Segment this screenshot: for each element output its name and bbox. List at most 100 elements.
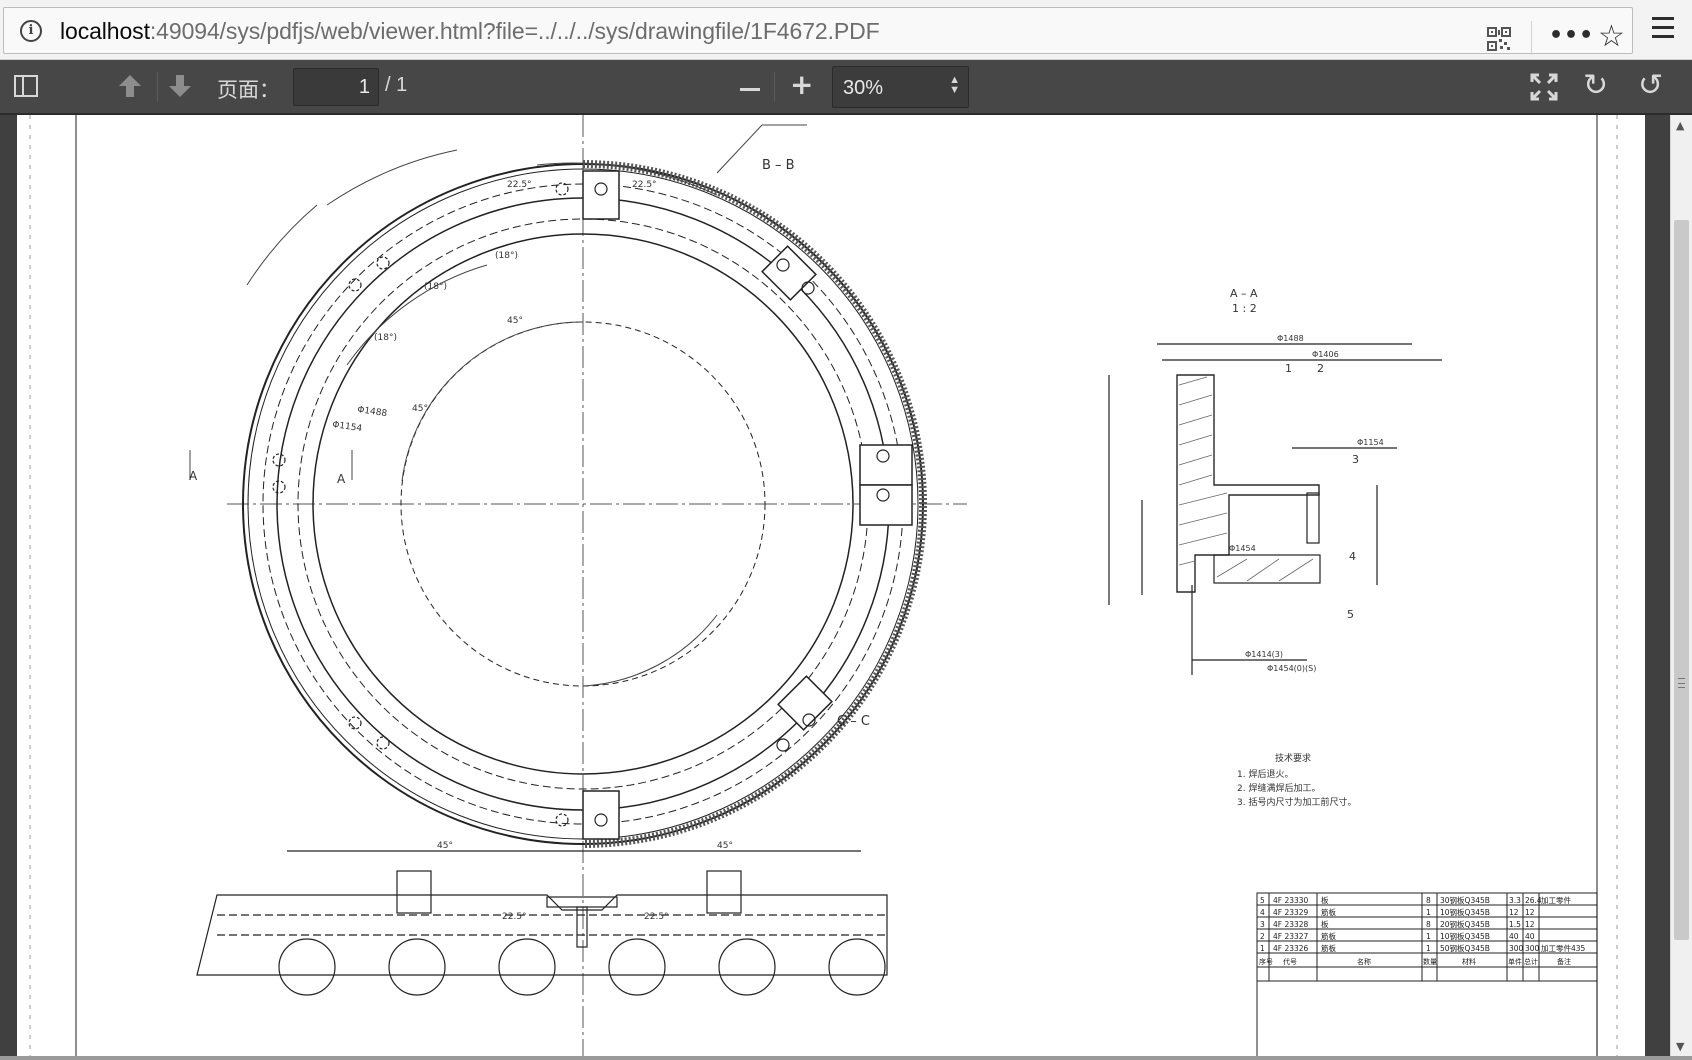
dim-section-d1406: Φ1406 (1312, 350, 1339, 359)
vertical-scrollbar[interactable]: ▲ ▼ (1670, 115, 1692, 1060)
zoom-out-icon[interactable] (740, 88, 760, 91)
dim-section-d1154: Φ1154 (1357, 438, 1384, 447)
cut-mark-right: A (337, 472, 346, 486)
scroll-up-icon[interactable]: ▲ (1676, 119, 1684, 132)
toolbar-divider (774, 72, 775, 102)
dim-angle-18b: (18°) (424, 282, 447, 292)
hamburger-menu-icon[interactable] (1652, 17, 1674, 41)
zoom-in-icon[interactable]: + (790, 71, 813, 99)
site-info-icon[interactable]: i (20, 20, 42, 42)
bom-cell: 1 (1260, 944, 1265, 953)
cut-mark-left: A (189, 469, 198, 483)
svg-text:1: 1 (1285, 362, 1292, 375)
url-text[interactable]: localhost:49094/sys/pdfjs/web/viewer.htm… (60, 18, 880, 45)
dim-angle-18c: (18°) (374, 333, 397, 343)
bom-cell: 1 (1426, 908, 1431, 917)
bom-cell: 300 (1509, 944, 1524, 953)
tech-notes-title: 技术要求 (1275, 752, 1311, 764)
browser-address-bar: i localhost:49094/sys/pdfjs/web/viewer.h… (0, 0, 1692, 60)
bookmark-star-icon[interactable]: ☆ (1598, 22, 1625, 52)
dim-bottom-45b: 45° (717, 841, 733, 851)
section-aa-label: A – A (1230, 287, 1258, 300)
bom-cell: 4F 23328 (1273, 920, 1309, 929)
svg-text:4: 4 (1349, 550, 1356, 563)
dim-angle-225b: 22.5° (632, 180, 657, 190)
bom-row: 2 4F 23327 筋板 1 10钢板Q345B 40 40 (1260, 931, 1535, 941)
bom-cell: 1.5 (1509, 920, 1521, 929)
bom-cell: 12 (1525, 908, 1535, 917)
bom-cell: 4F 23326 (1273, 944, 1309, 953)
page-number-input[interactable]: 1 (293, 68, 379, 106)
bom-cell: 10钢板Q345B (1440, 931, 1490, 941)
qr-code-icon[interactable] (1487, 27, 1511, 51)
bom-cell: 20钢板Q345B (1440, 919, 1490, 929)
dim-section-d1488: Φ1488 (1277, 334, 1304, 343)
presentation-mode-icon[interactable] (1530, 73, 1558, 101)
page-actions-more-icon[interactable]: ••• (1549, 23, 1594, 48)
bom-header-cell: 材料 (1462, 957, 1476, 966)
svg-text:5: 5 (1347, 608, 1354, 621)
bom-cell: 筋板 (1321, 943, 1337, 953)
bom-cell: 300 (1525, 944, 1540, 953)
bom-cell: 3.3 (1509, 896, 1521, 905)
pdf-viewer-container[interactable]: B – B A A C – C Φ1488 Φ1154 45° 45° (18°… (0, 115, 1692, 1060)
url-field[interactable]: i localhost:49094/sys/pdfjs/web/viewer.h… (3, 7, 1633, 55)
bom-cell: 40 (1525, 932, 1535, 941)
rotate-clockwise-icon[interactable]: ↻ (1583, 70, 1608, 102)
zoom-value: 30% (843, 77, 884, 99)
bom-header-row: 序号 代号 名称 数量 材料 单件 总计 备注 (1259, 957, 1571, 966)
toolbar-divider (157, 72, 158, 102)
bom-cell: 加工零件435 (1541, 943, 1586, 953)
page-total: / 1 (385, 74, 408, 96)
previous-page-icon[interactable] (117, 73, 143, 99)
tech-note-2: 2. 焊缝满焊后加工。 (1237, 782, 1320, 794)
scrollbar-thumb[interactable] (1674, 220, 1689, 940)
scroll-down-icon[interactable]: ▼ (1676, 1040, 1684, 1053)
dim-angle-18: (18°) (495, 251, 518, 261)
bom-cell: 3 (1260, 920, 1265, 929)
dim-angle-225: 22.5° (507, 180, 532, 190)
select-caret-icon: ▲ ▼ (949, 74, 960, 96)
pdf-page: B – B A A C – C Φ1488 Φ1154 45° 45° (18°… (17, 115, 1645, 1060)
bom-cell: 1 (1426, 944, 1431, 953)
tech-note-1: 1. 焊后退火。 (1237, 768, 1293, 780)
bom-cell: 12 (1509, 908, 1519, 917)
bom-header-cell: 名称 (1357, 957, 1371, 966)
svg-text:2: 2 (1317, 362, 1324, 375)
url-path: :49094/sys/pdfjs/web/viewer.html?file=..… (149, 18, 880, 44)
zoom-select[interactable]: 30% ▲ ▼ (832, 66, 969, 108)
bom-header-cell: 数量 (1423, 957, 1437, 966)
bom-header-cell: 序号 (1259, 957, 1273, 966)
bom-cell: 加工零件 (1541, 895, 1571, 905)
dim-angle-45b: 45° (412, 404, 428, 414)
bom-cell: 8 (1426, 920, 1431, 929)
window-bottom-edge (0, 1056, 1692, 1060)
svg-text:3: 3 (1352, 453, 1359, 466)
bom-cell: 1 (1426, 932, 1431, 941)
rotate-counterclockwise-icon[interactable]: ↺ (1638, 70, 1663, 102)
bom-cell: 30钢板Q345B (1440, 895, 1490, 905)
section-aa-scale: 1 : 2 (1232, 302, 1257, 315)
bom-cell: 筋板 (1321, 931, 1337, 941)
bom-cell: 板 (1321, 919, 1329, 929)
bom-cell: 4F 23327 (1273, 932, 1309, 941)
next-page-icon[interactable] (167, 73, 193, 99)
dim-bottom-225b: 22.5° (644, 912, 669, 922)
engineering-drawing: B – B A A C – C Φ1488 Φ1154 45° 45° (18°… (29, 115, 1618, 1060)
url-host: localhost (60, 18, 150, 44)
bom-cell: 4 (1260, 908, 1265, 917)
dim-section-d1454b: Φ1454(0)(S) (1267, 664, 1316, 673)
bom-cell: 4F 23329 (1273, 908, 1309, 917)
bom-cell: 10钢板Q345B (1440, 907, 1490, 917)
section-bb-label: B – B (762, 158, 795, 173)
bom-row: 3 4F 23328 板 8 20钢板Q345B 1.5 12 (1260, 919, 1535, 929)
sidebar-toggle-icon[interactable] (14, 75, 38, 97)
bom-cell: 2 (1260, 932, 1265, 941)
section-cc-label: C – C (837, 714, 870, 729)
bom-cell: 5 (1260, 896, 1265, 905)
dim-section-d1414: Φ1414(3) (1245, 650, 1283, 659)
bom-cell: 12 (1525, 920, 1535, 929)
dim-d1154: Φ1154 (332, 420, 363, 434)
bom-cell: 板 (1321, 895, 1329, 905)
bom-header-cell: 备注 (1557, 957, 1571, 966)
